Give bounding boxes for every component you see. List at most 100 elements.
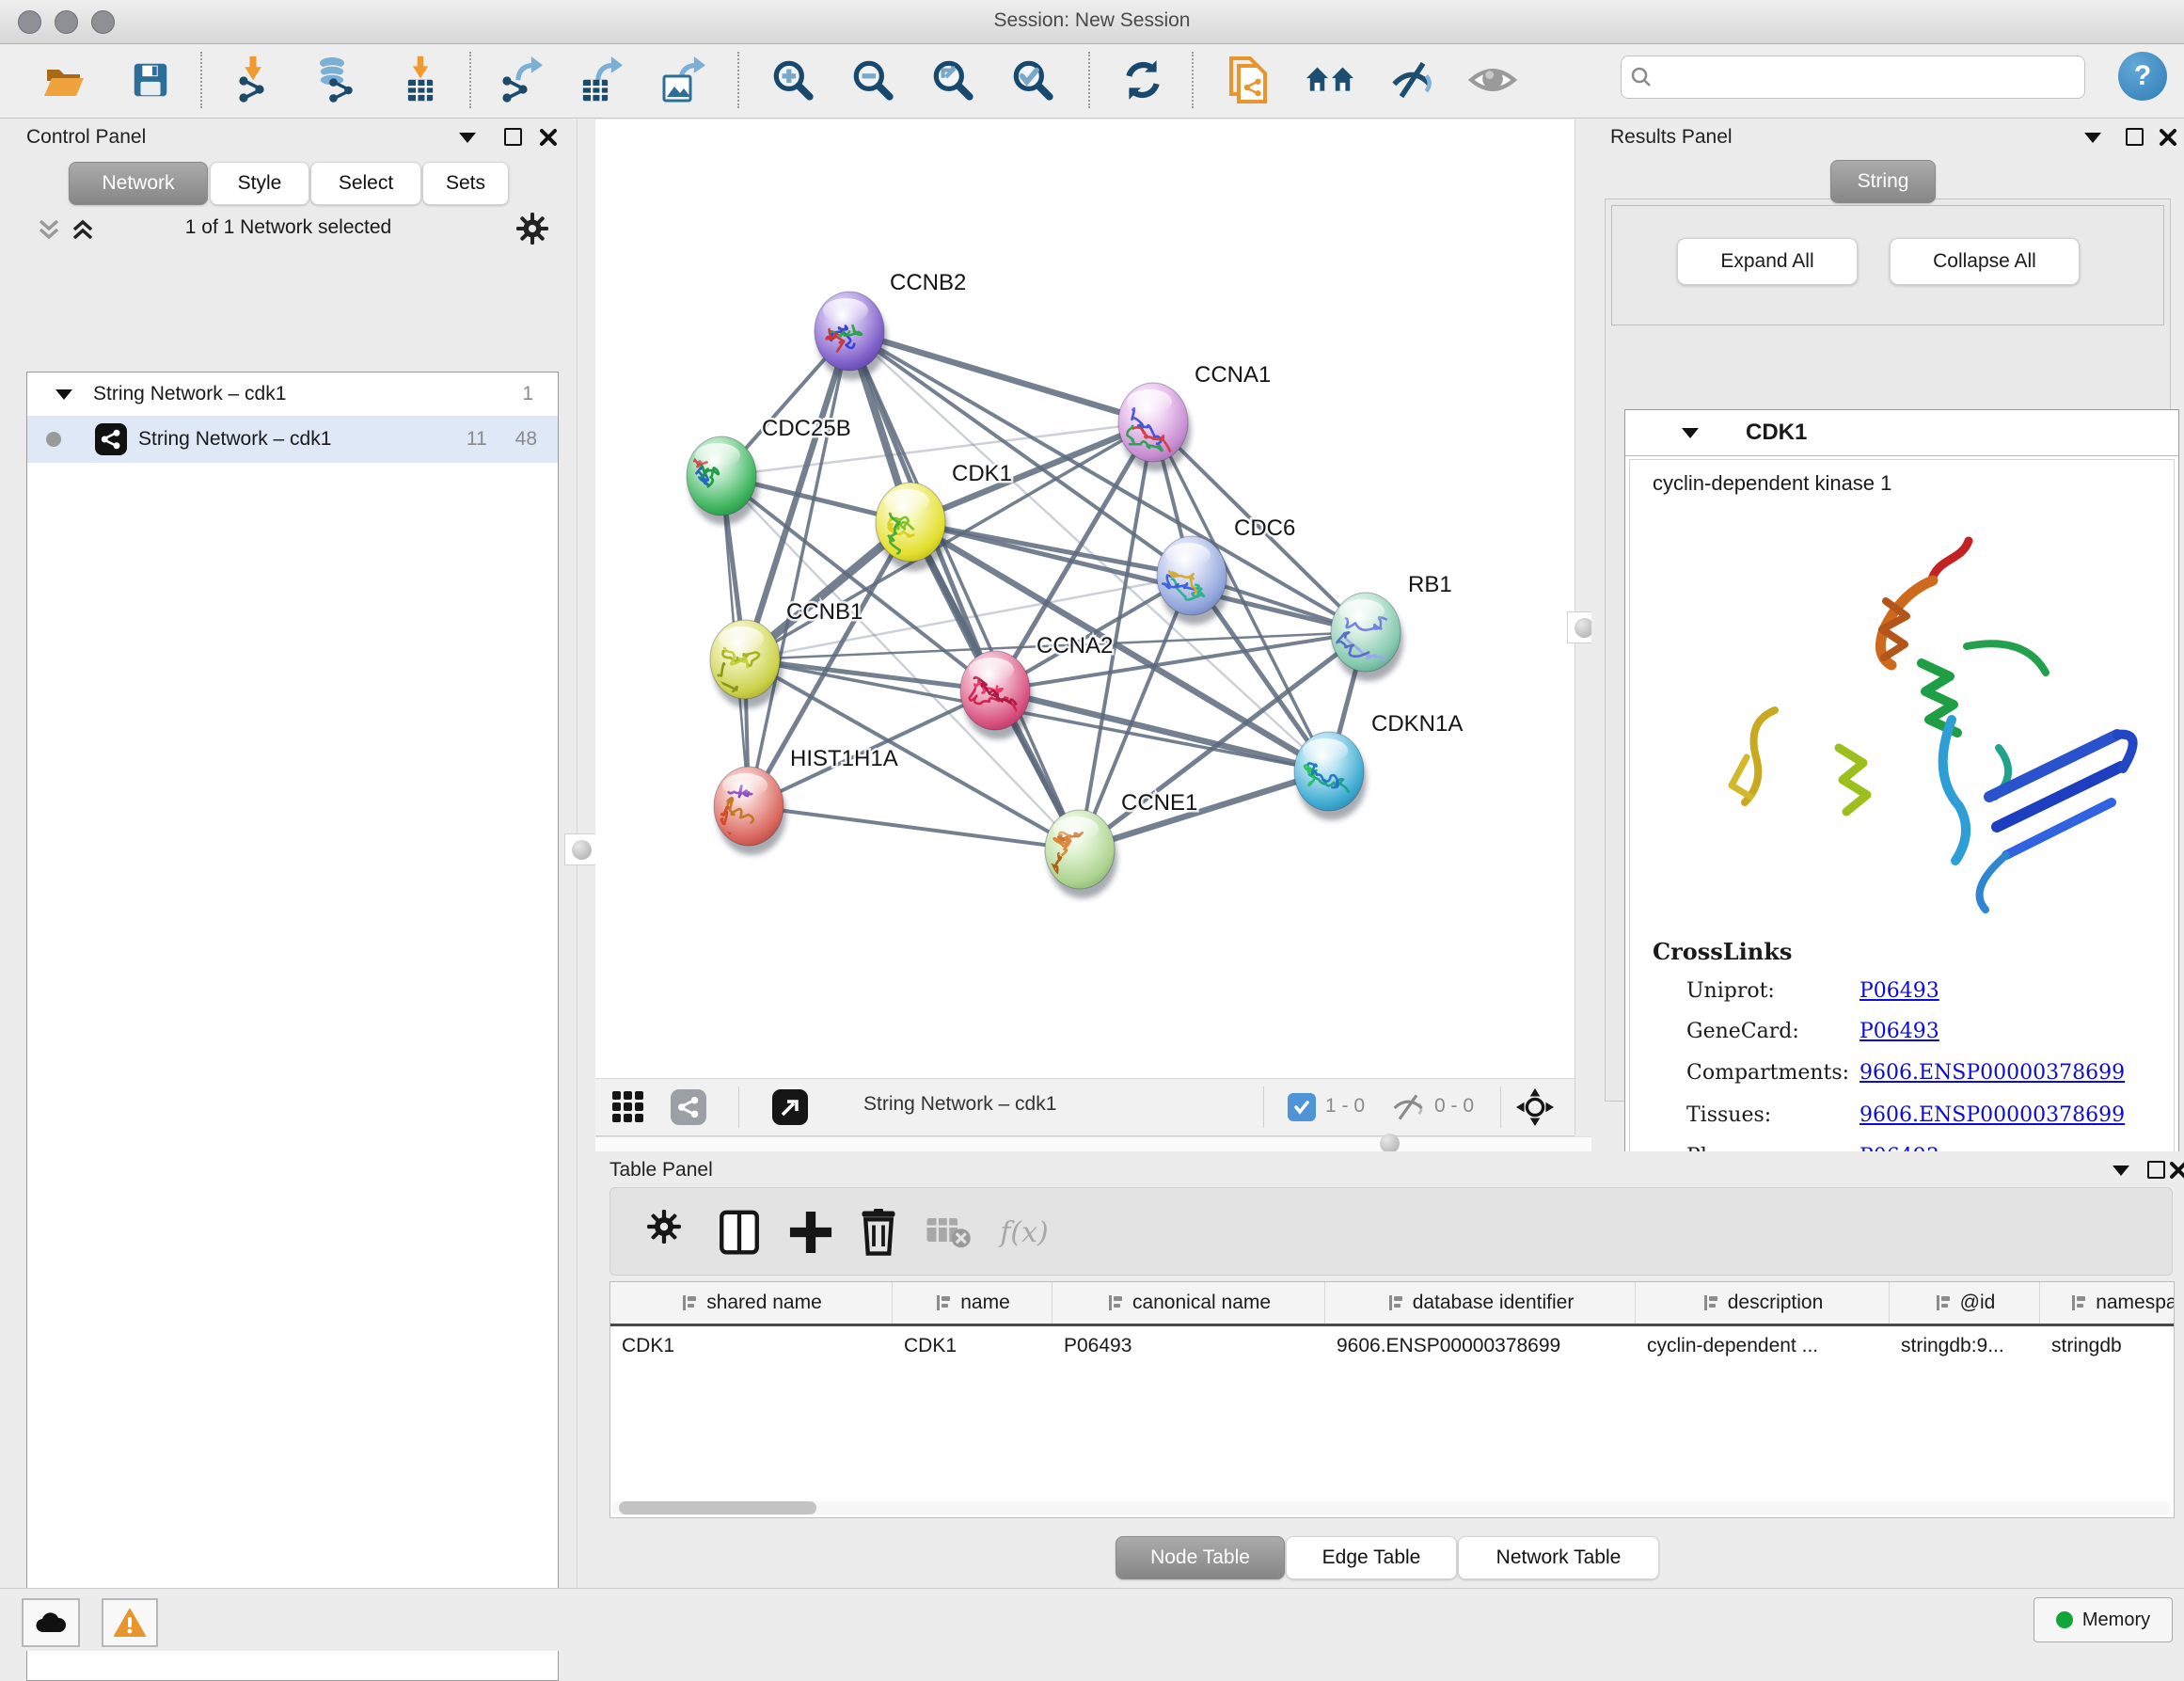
zoom-in-icon (769, 56, 816, 103)
hidden-eye-icon[interactable] (1391, 1092, 1425, 1122)
zoom-selected-button[interactable] (1007, 46, 1058, 114)
refresh-icon (1119, 56, 1166, 103)
tab-node-table[interactable]: Node Table (1116, 1536, 1285, 1579)
eye-icon (1468, 61, 1517, 99)
status-bar: Memory (0, 1588, 2184, 1651)
netbar-separator (1263, 1086, 1264, 1128)
crosslink-genecard-link[interactable]: P06493 (1860, 1020, 1939, 1043)
network-share-view-icon[interactable] (671, 1089, 706, 1125)
zoom-fit-icon (929, 56, 976, 103)
network-canvas[interactable]: CCNB2CCNB2CCNA1CCNA1CDC25BCDC25BCDK1CDK1… (595, 119, 1575, 1078)
tab-sets[interactable]: Sets (422, 162, 509, 205)
crosslinks-title: CrossLinks (1653, 938, 1792, 965)
export-network-icon (498, 56, 546, 104)
crosslink-compartments-link[interactable]: 9606.ENSP00000378699 (1860, 1061, 2125, 1085)
node-details-section: CDK1 cyclin-dependent kinase 1 (1624, 409, 2179, 1173)
panel-float-icon[interactable] (2147, 1161, 2165, 1179)
network-row-selected[interactable]: String Network – cdk1 11 48 (27, 416, 558, 463)
zoom-in-button[interactable] (768, 46, 818, 114)
show-columns-icon[interactable] (716, 1209, 763, 1256)
home-pages-button[interactable] (1305, 46, 1355, 114)
table-horizontal-scrollbar[interactable] (611, 1501, 2171, 1514)
column-type-icon (2069, 1293, 2088, 1312)
export-image-button[interactable] (659, 46, 710, 114)
table-settings-gear-icon[interactable] (646, 1209, 693, 1256)
hide-ui-button[interactable] (1386, 46, 1437, 114)
panel-float-icon[interactable] (2126, 128, 2144, 146)
panel-menu-icon[interactable] (2113, 1166, 2129, 1176)
delete-column-trash-icon[interactable] (855, 1209, 902, 1256)
collapse-all-button[interactable]: Collapse All (1890, 238, 2080, 285)
table-row[interactable]: CDK1 CDK1 P06493 9606.ENSP00000378699 cy… (610, 1326, 2175, 1366)
crosslink-uniprot-link[interactable]: P06493 (1860, 979, 1939, 1003)
column-header[interactable]: shared name (610, 1282, 893, 1324)
grid-view-icon[interactable] (610, 1089, 646, 1130)
panel-float-icon[interactable] (504, 128, 522, 146)
string-results-container: Expand All Collapse All CDK1 cyclin-depe… (1605, 198, 2171, 1102)
svg-text:RB1: RB1 (1408, 572, 1452, 597)
network-options-gear-icon[interactable] (515, 212, 549, 246)
save-session-button[interactable] (125, 46, 176, 114)
column-header[interactable]: description (1636, 1282, 1890, 1324)
column-header[interactable]: database identifier (1325, 1282, 1636, 1324)
show-graphics-button[interactable] (1467, 46, 1518, 114)
network-graph[interactable]: CCNB2CCNB2CCNA1CCNA1CDC25BCDC25BCDK1CDK1… (595, 119, 1575, 1078)
panel-menu-icon[interactable] (459, 133, 476, 143)
export-table-icon (578, 56, 626, 104)
apply-function-button-disabled: f(x) (987, 1209, 1062, 1256)
add-column-icon[interactable] (787, 1209, 834, 1256)
import-table-button[interactable] (395, 46, 446, 114)
tab-network[interactable]: Network (69, 162, 208, 205)
column-header[interactable]: name (893, 1282, 1052, 1324)
warnings-button[interactable] (102, 1598, 158, 1647)
import-network-database-button[interactable] (310, 46, 361, 114)
collection-label: String Network – cdk1 (93, 383, 286, 405)
open-in-new-window-icon[interactable] (772, 1089, 808, 1125)
help-button[interactable]: ? (2118, 52, 2167, 101)
column-header[interactable]: @id (1890, 1282, 2040, 1324)
expand-all-button[interactable]: Expand All (1677, 238, 1858, 285)
left-divider-handle[interactable] (564, 833, 598, 865)
refresh-button[interactable] (1117, 46, 1168, 114)
selected-counts: 1 - 0 (1325, 1095, 1365, 1118)
birds-eye-crosshair-icon[interactable] (1515, 1087, 1555, 1127)
scrollbar-thumb[interactable] (619, 1501, 816, 1514)
toolbar-search-field[interactable] (1621, 56, 2085, 99)
table-toolbar: f(x) (609, 1187, 2173, 1276)
network-collection-row[interactable]: String Network – cdk1 1 (27, 373, 558, 416)
memory-button[interactable]: Memory (2034, 1597, 2173, 1642)
search-input[interactable] (1661, 59, 2084, 95)
network-type-icon (95, 423, 127, 455)
node-description: cyclin-dependent kinase 1 (1653, 471, 1891, 496)
zoom-fit-button[interactable] (927, 46, 978, 114)
tab-edge-table[interactable]: Edge Table (1286, 1536, 1457, 1579)
tab-select[interactable]: Select (310, 162, 421, 205)
cloud-status-button[interactable] (22, 1598, 80, 1647)
tab-style[interactable]: Style (210, 162, 309, 205)
memory-label: Memory (2082, 1610, 2150, 1631)
import-network-file-button[interactable] (229, 46, 279, 114)
column-type-icon (1934, 1293, 1953, 1312)
toolbar-separator (200, 52, 202, 108)
horizontal-divider-handle[interactable] (1380, 1134, 1400, 1153)
close-icon[interactable] (2158, 127, 2178, 148)
section-collapse-icon[interactable] (1682, 428, 1699, 438)
column-header[interactable]: canonical name (1052, 1282, 1325, 1324)
share-document-button[interactable] (1223, 46, 1274, 114)
tab-string[interactable]: String (1830, 160, 1936, 203)
crosslink-tissues-link[interactable]: 9606.ENSP00000378699 (1860, 1103, 2125, 1127)
close-icon[interactable] (2168, 1160, 2184, 1181)
open-session-button[interactable] (39, 46, 89, 114)
node-section-header[interactable]: CDK1 (1625, 410, 2178, 456)
export-table-button[interactable] (577, 46, 627, 114)
export-network-button[interactable] (497, 46, 547, 114)
column-type-icon (934, 1293, 953, 1312)
close-icon[interactable] (538, 127, 559, 148)
column-header[interactable]: namespace (2040, 1282, 2175, 1324)
zoom-out-button[interactable] (847, 46, 898, 114)
selected-checkbox-icon[interactable] (1288, 1093, 1316, 1121)
tab-network-table[interactable]: Network Table (1458, 1536, 1659, 1579)
panel-menu-icon[interactable] (2084, 133, 2101, 143)
svg-text:CCNB2: CCNB2 (890, 270, 966, 295)
tree-expander-icon[interactable] (55, 389, 72, 400)
